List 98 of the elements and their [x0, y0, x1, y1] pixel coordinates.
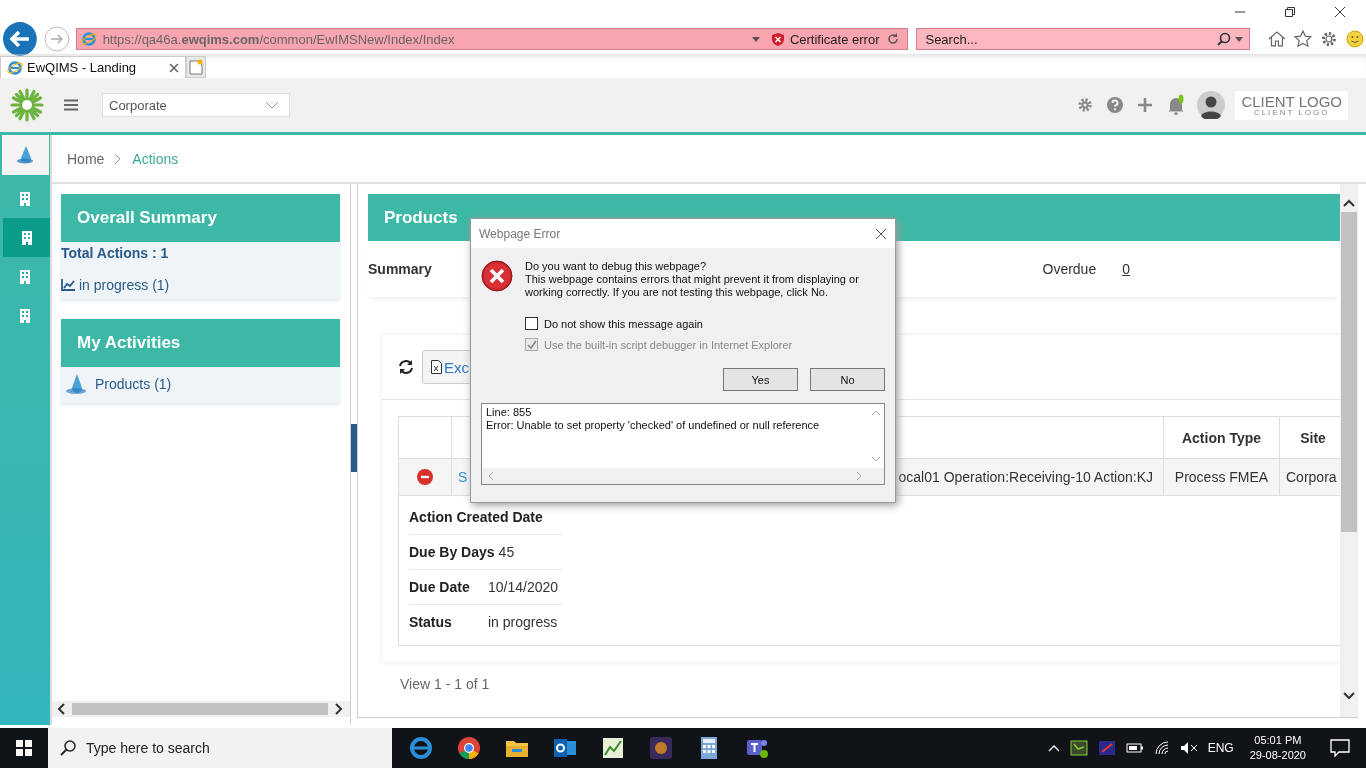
chevron-down-icon	[265, 101, 279, 109]
scroll-left-icon[interactable]	[56, 703, 66, 715]
client-logo: CLIENT LOGO CLIENT LOGO	[1235, 90, 1348, 120]
breadcrumb-current: Actions	[132, 150, 179, 167]
tray-app-icon[interactable]	[1069, 740, 1088, 756]
dropdown-icon[interactable]	[751, 36, 760, 42]
chart-app-icon[interactable]	[600, 735, 626, 761]
overdue-count-link[interactable]: 0	[1122, 261, 1130, 277]
avatar-icon[interactable]	[1197, 91, 1226, 119]
clock[interactable]: 05:01 PM 29-08-2020	[1249, 733, 1306, 763]
detail-value: in progress	[488, 614, 558, 630]
chevron-up-icon[interactable]	[1047, 744, 1060, 752]
dropdown-icon[interactable]	[1235, 36, 1244, 42]
sidebar-item[interactable]	[3, 218, 50, 257]
language-indicator[interactable]: ENG	[1207, 741, 1234, 755]
notification-bell-icon[interactable]	[1167, 94, 1186, 116]
building-icon	[21, 230, 32, 245]
card-header: My Activities	[61, 319, 340, 367]
dialog-message: This webpage contains errors that might prevent it from displaying or working correctly. If you are not testing this webpage, click No.	[525, 273, 860, 299]
close-icon[interactable]	[875, 227, 887, 240]
activity-link[interactable]: Products (1)	[95, 376, 172, 392]
checkbox-label[interactable]: Do not show this message again	[544, 317, 703, 330]
ie-icon	[7, 59, 23, 76]
search-field[interactable]: Search...	[916, 28, 1251, 50]
settings-icon[interactable]	[1320, 30, 1339, 48]
back-button[interactable]	[2, 21, 38, 57]
sidebar-item[interactable]	[2, 135, 49, 175]
building-icon	[20, 269, 30, 284]
search-icon[interactable]	[1217, 32, 1232, 46]
detail-label: Due By Days	[409, 544, 495, 560]
address-bar[interactable]: https://qa46a.ewqims.com/common/EwIMSNew/Index/Index Certificate error	[75, 28, 909, 50]
refresh-icon[interactable]	[398, 359, 414, 375]
star-icon[interactable]	[1294, 30, 1313, 48]
scroll-down-icon[interactable]	[1343, 691, 1355, 701]
error-icon	[481, 260, 513, 292]
total-actions-label: Total Actions : 1	[61, 245, 170, 261]
drop-icon	[65, 373, 89, 395]
detail-label: Status	[409, 614, 453, 630]
ie-icon	[80, 31, 97, 47]
dialog-button[interactable]: No	[810, 368, 885, 391]
game-app-icon[interactable]	[648, 735, 674, 761]
restore-icon[interactable]	[1282, 4, 1298, 20]
new-page-icon	[189, 59, 203, 75]
drop-icon	[15, 145, 36, 165]
horizontal-scrollbar[interactable]	[52, 701, 350, 717]
home-icon[interactable]	[1268, 30, 1287, 48]
battery-icon[interactable]	[1125, 743, 1144, 753]
chrome-app-icon[interactable]	[456, 735, 482, 761]
checkbox[interactable]	[525, 317, 538, 330]
detail-value: 10/14/2020	[488, 579, 559, 595]
dialog-title: Webpage Error	[479, 226, 561, 241]
card-header: Overall Summary	[61, 194, 340, 242]
detail-label: Action Created Date	[409, 509, 543, 525]
overdue-label: Overdue	[1042, 261, 1097, 277]
search-input[interactable]: Search...	[923, 30, 1218, 48]
column-header[interactable]: Site	[1280, 417, 1340, 458]
menu-icon[interactable]	[64, 99, 78, 111]
table-cell: Corpora	[1280, 458, 1340, 496]
add-icon[interactable]	[1137, 97, 1154, 113]
wifi-icon[interactable]	[1153, 741, 1170, 755]
line-chart-icon	[61, 279, 75, 291]
app-logo-icon[interactable]	[10, 88, 44, 122]
dialog-button[interactable]: Yes	[723, 368, 798, 391]
detail-value: 45	[498, 544, 515, 560]
volume-muted-icon[interactable]	[1179, 741, 1198, 755]
vertical-scrollbar[interactable]	[1340, 184, 1358, 717]
detail-label: Due Date	[409, 579, 471, 595]
notifications-icon[interactable]	[1330, 739, 1350, 757]
browser-tab[interactable]: EwQIMS - Landing	[0, 56, 186, 78]
summary-label: Summary	[368, 261, 432, 277]
error-detail-line: Error: Unable to set property 'checked' of undefined or null reference	[486, 419, 821, 432]
windows-icon	[16, 740, 32, 756]
scroll-right-icon[interactable]	[334, 703, 344, 715]
error-detail-line: Line: 855	[486, 406, 533, 419]
status-link[interactable]: in progress (1)	[79, 277, 170, 293]
dialog-heading: Do you want to debug this webpage?	[525, 260, 708, 273]
site-select[interactable]: Corporate	[102, 93, 290, 117]
smiley-icon[interactable]	[1346, 30, 1364, 48]
collapse-icon[interactable]	[417, 469, 433, 485]
checkmark-icon	[526, 339, 537, 350]
scroll-up-icon[interactable]	[1343, 198, 1355, 208]
chevron-right-icon	[114, 152, 123, 165]
help-icon[interactable]	[1107, 97, 1124, 113]
shield-icon	[771, 32, 784, 46]
browser-app-icon[interactable]	[408, 735, 434, 761]
building-icon	[20, 308, 30, 323]
pager-info: View 1 - 1 of 1	[400, 676, 491, 692]
excel-file-icon	[431, 360, 442, 374]
close-icon[interactable]	[1332, 4, 1348, 20]
close-tab-icon[interactable]	[169, 62, 179, 73]
tray-app-icon[interactable]	[1097, 740, 1116, 756]
building-icon	[20, 191, 30, 206]
certificate-error-label[interactable]: Certificate error	[789, 31, 880, 47]
taskbar-search-field[interactable]: Type here to search	[48, 728, 392, 768]
table-cell: Process FMEA	[1164, 458, 1280, 496]
search-icon	[60, 740, 76, 756]
settings-icon[interactable]	[1077, 97, 1094, 113]
breadcrumb-link[interactable]: Home	[67, 150, 105, 167]
